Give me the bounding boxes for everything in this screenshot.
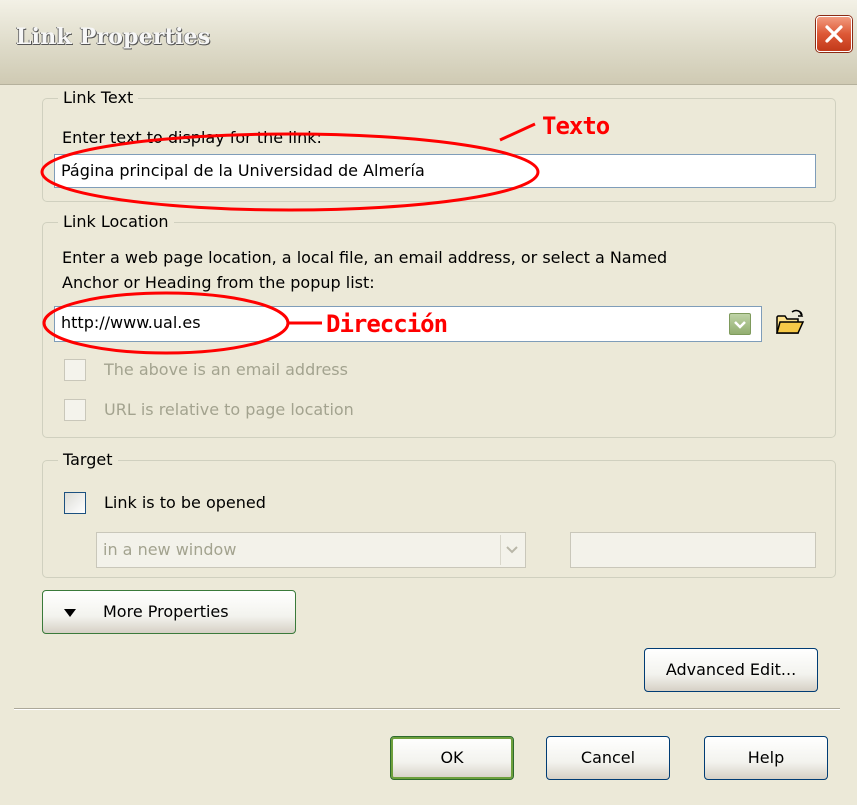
help-label: Help [747,748,785,767]
annotation-texto: Texto [542,112,610,140]
help-button[interactable]: Help [704,736,828,780]
relative-url-checkbox[interactable] [64,399,86,421]
annotation-direccion: Dirección [326,310,448,338]
advanced-edit-label: Advanced Edit... [665,660,797,679]
title-bar[interactable]: Link Properties [0,0,857,85]
target-legend: Target [58,450,118,470]
link-text-instruction: Enter text to display for the link: [62,128,322,147]
separator [14,708,840,710]
chevron-down-icon [734,321,746,329]
close-button[interactable] [816,16,852,52]
cancel-label: Cancel [580,748,636,767]
triangle-down-icon [64,609,76,617]
link-location-instruction-line2: Anchor or Heading from the popup list: [62,273,375,292]
advanced-edit-button[interactable]: Advanced Edit... [644,648,818,692]
email-address-checkbox[interactable] [64,359,86,381]
link-opened-checkbox[interactable] [64,492,86,514]
browse-file-button[interactable] [774,308,806,338]
target-window-select[interactable]: in a new window [96,532,526,568]
link-location-instruction-line1: Enter a web page location, a local file,… [62,248,668,267]
more-properties-label: More Properties [103,602,229,621]
ok-label: OK [440,748,464,767]
target-window-select-value: in a new window [103,540,237,559]
email-address-checkbox-label: The above is an email address [104,360,348,379]
relative-url-checkbox-label: URL is relative to page location [104,400,354,419]
more-properties-button[interactable]: More Properties [42,590,296,634]
cancel-button[interactable]: Cancel [546,736,670,780]
link-text-input[interactable]: Página principal de la Universidad de Al… [54,154,816,188]
link-text-legend: Link Text [58,88,139,108]
window-title: Link Properties [16,24,211,50]
folder-open-icon [776,309,805,334]
target-window-select-arrow [500,535,523,565]
link-location-value: http://www.ual.es [61,313,201,332]
link-opened-checkbox-label: Link is to be opened [104,493,266,512]
chevron-down-icon [506,546,518,554]
link-location-dropdown-button[interactable] [729,313,751,335]
close-icon [825,25,843,43]
ok-button[interactable]: OK [390,736,514,780]
link-location-legend: Link Location [58,212,174,232]
frame-name-input[interactable] [570,532,816,568]
